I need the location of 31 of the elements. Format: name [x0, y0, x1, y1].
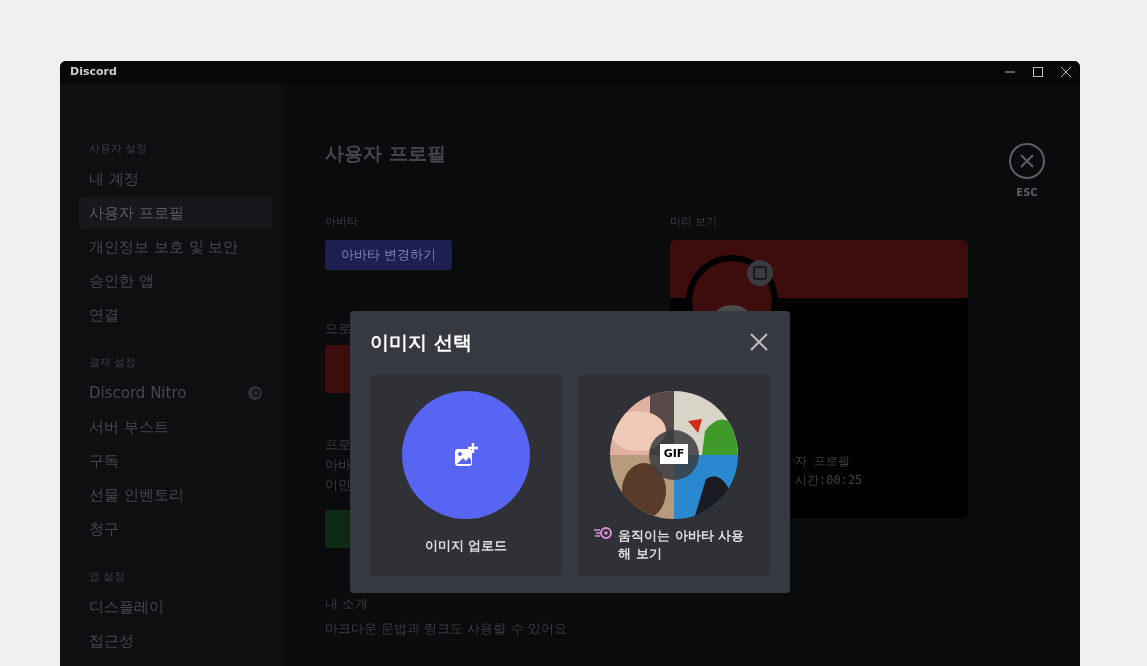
nitro-icon: [248, 386, 262, 400]
sidebar-item[interactable]: 디스플레이: [79, 591, 272, 623]
sidebar-item[interactable]: Discord Nitro: [79, 377, 272, 409]
sidebar-item[interactable]: 접근성: [79, 625, 272, 657]
option-card[interactable]: 이미지 업로드: [370, 375, 562, 576]
sidebar-item[interactable]: 구독: [79, 445, 272, 477]
profile-text: 자 프로필: [795, 453, 852, 470]
sidebar-item[interactable]: 승인한 앱: [79, 265, 272, 297]
banner-swatch[interactable]: [325, 345, 350, 393]
sidebar-item[interactable]: 서버 부스트: [79, 411, 272, 443]
sidebar-item[interactable]: 사용자 프로필: [79, 197, 272, 229]
sidebar-item[interactable]: 청구: [79, 513, 272, 545]
change-avatar-button[interactable]: 아바타 변경하기: [325, 240, 453, 270]
sidebar-item[interactable]: 내 계정: [79, 163, 272, 195]
option-text: 움직이는 아바타 사용해 보기: [618, 527, 746, 563]
sidebar-item[interactable]: 선물 인벤토리: [79, 479, 272, 511]
close-icon: [1020, 154, 1034, 168]
page-title: 사용자 프로필: [325, 143, 447, 163]
modal-title: 이미지 선택: [370, 329, 472, 355]
edit-icon[interactable]: [747, 260, 773, 286]
gif-badge: GIF: [660, 444, 688, 464]
close-button[interactable]: [748, 331, 770, 353]
esc-label: ESC: [1016, 186, 1038, 200]
profile-text: 시간:00:25: [795, 472, 863, 489]
window-title: Discord: [70, 63, 117, 80]
nitro-icon: [594, 527, 612, 539]
image-add-icon: [454, 443, 478, 467]
close-button[interactable]: [1009, 143, 1045, 179]
sidebar-item[interactable]: 연결: [79, 299, 272, 331]
close-icon: [750, 333, 768, 351]
option-card[interactable]: GIF 움직이는 아바타 사용해 보기: [578, 375, 770, 576]
